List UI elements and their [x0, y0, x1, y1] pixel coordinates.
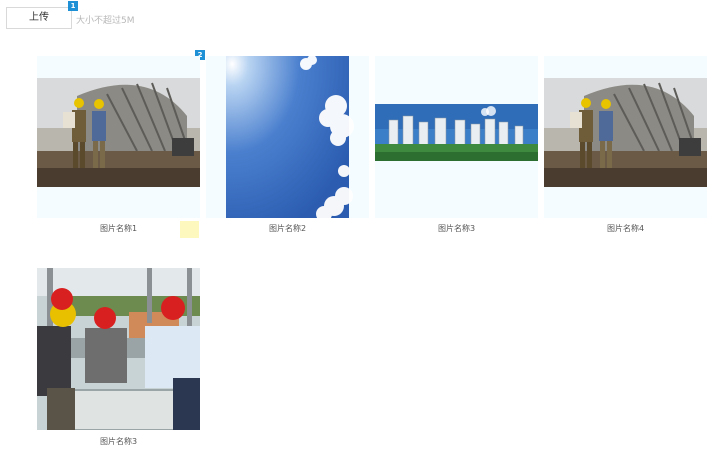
gallery-item-5[interactable] — [37, 268, 200, 430]
engineers-photo — [37, 268, 200, 430]
gallery-item-3[interactable] — [375, 56, 538, 218]
buildings-panorama-photo — [375, 104, 538, 161]
upload-size-hint: 大小不超过5M — [76, 16, 135, 26]
step-badge-upload: 1 — [68, 1, 78, 11]
highlight-marker — [180, 221, 199, 238]
gallery-caption-1: 图片名称1 — [99, 224, 138, 233]
gallery-caption-5: 图片名称3 — [99, 437, 138, 446]
gallery-item-2[interactable] — [206, 56, 369, 218]
gallery-item-1[interactable] — [37, 56, 200, 218]
gallery-caption-2: 图片名称2 — [268, 224, 307, 233]
upload-button[interactable]: 上传 — [6, 7, 72, 29]
gallery-caption-3: 图片名称3 — [437, 224, 476, 233]
gallery-caption-4: 图片名称4 — [606, 224, 645, 233]
blue-sky-photo — [226, 56, 354, 218]
gallery-item-4[interactable] — [544, 56, 707, 218]
workers-construction-photo — [544, 78, 707, 187]
workers-construction-photo — [37, 78, 200, 187]
